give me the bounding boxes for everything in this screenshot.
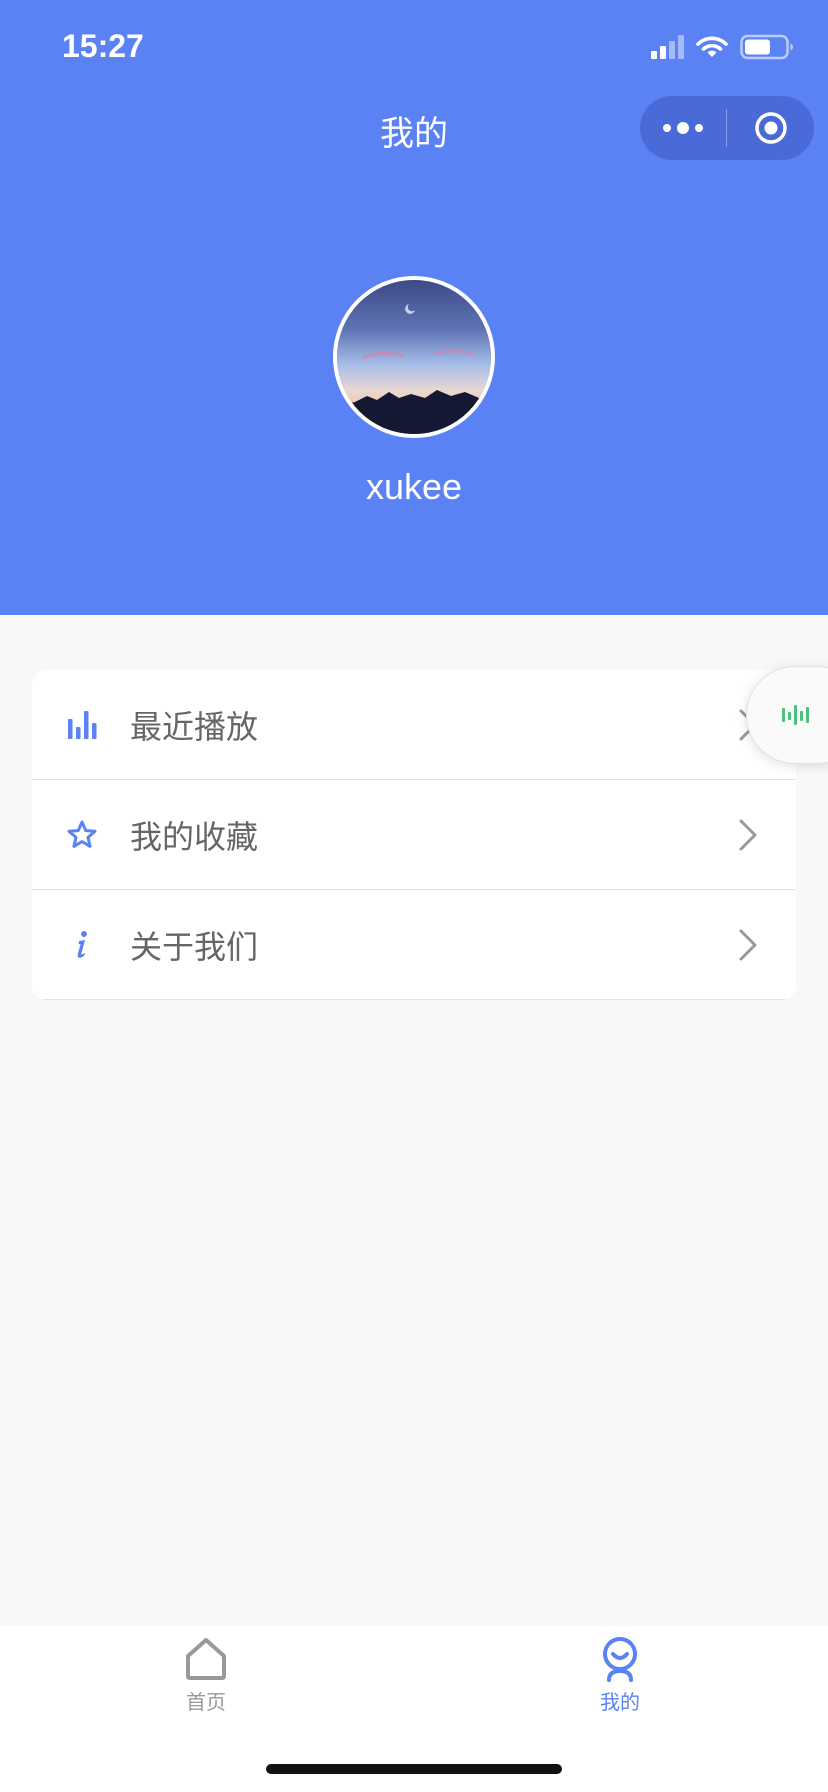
menu-item-about-us[interactable]: 关于我们 xyxy=(32,890,796,1000)
user-icon xyxy=(603,1637,637,1682)
avatar[interactable] xyxy=(333,276,495,438)
menu-list: 最近播放 我的收藏 关于我们 xyxy=(32,670,796,1000)
more-options-button[interactable] xyxy=(640,96,726,160)
username: xukee xyxy=(365,466,463,507)
menu-item-recent-play[interactable]: 最近播放 xyxy=(32,670,796,780)
status-time: 15:27 xyxy=(62,28,144,64)
miniprogram-capsule xyxy=(640,96,814,160)
menu-item-label: 我的收藏 xyxy=(130,817,259,856)
bar-chart-icon xyxy=(62,705,102,745)
battery-icon xyxy=(740,34,793,60)
tab-home[interactable]: 首页 xyxy=(136,1636,276,1715)
home-icon xyxy=(186,1638,226,1680)
chevron-right-icon xyxy=(739,819,757,850)
tab-label: 首页 xyxy=(186,1690,226,1714)
star-icon xyxy=(62,815,102,855)
close-miniprogram-button[interactable] xyxy=(727,96,814,160)
status-icons xyxy=(651,34,794,60)
profile-header: 15:27 我的 xukee xyxy=(0,0,828,615)
home-indicator xyxy=(266,1764,562,1774)
menu-item-label: 最近播放 xyxy=(130,707,259,746)
screen: 15:27 我的 xukee 最近播放 我的收藏 关于我们 首页 我的 xyxy=(0,0,828,1792)
menu-item-label: 关于我们 xyxy=(130,927,259,966)
record-circle-icon xyxy=(754,112,787,144)
tab-mine[interactable]: 我的 xyxy=(550,1636,690,1715)
tab-label: 我的 xyxy=(600,1690,640,1714)
info-icon xyxy=(62,925,102,965)
chevron-right-icon xyxy=(739,929,757,960)
menu-item-favorites[interactable]: 我的收藏 xyxy=(32,780,796,890)
audio-wave-icon xyxy=(782,705,809,725)
cellular-signal-icon xyxy=(651,35,684,59)
wifi-icon xyxy=(696,36,728,57)
